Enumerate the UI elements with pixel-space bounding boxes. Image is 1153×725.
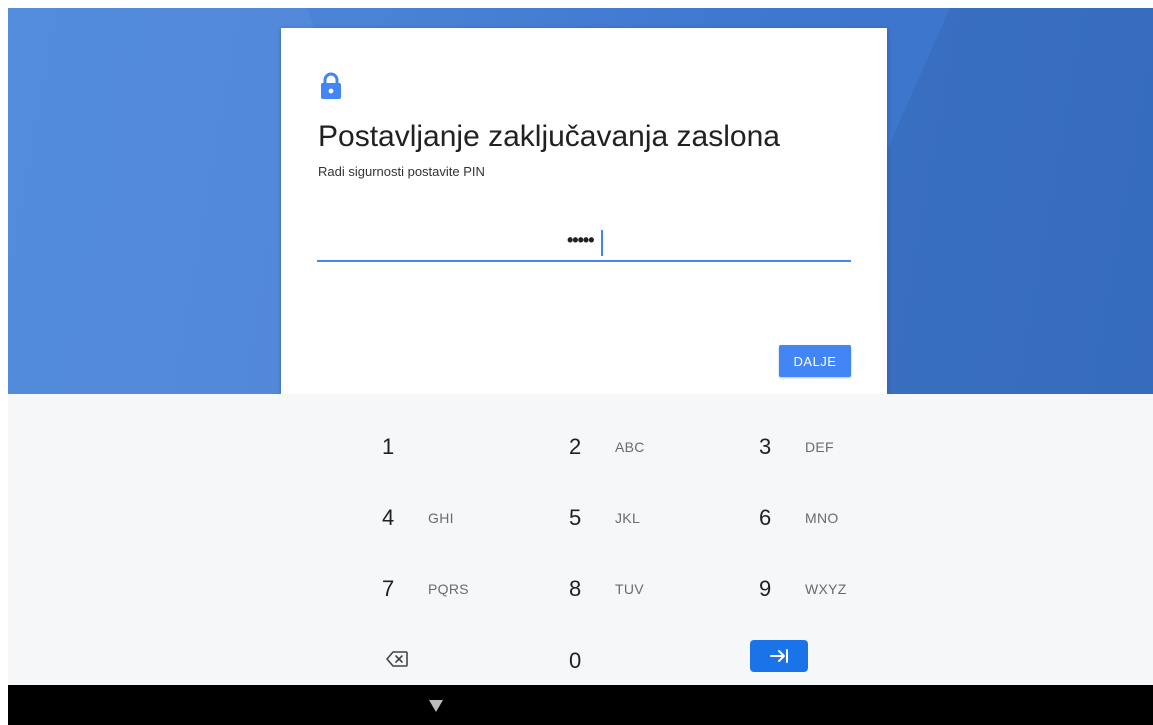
key-digit: 9	[759, 576, 772, 601]
key-letters: DEF	[805, 439, 834, 455]
key-1[interactable]: 1	[382, 418, 572, 478]
tab-next-icon	[770, 649, 788, 663]
key-7[interactable]: 7 PQRS	[382, 560, 572, 620]
key-letters: PQRS	[428, 581, 469, 597]
key-digit: 7	[382, 576, 395, 601]
screen-lock-setup-card: Postavljanje zaključavanja zaslona Radi …	[281, 28, 887, 394]
key-4[interactable]: 4 GHI	[382, 489, 572, 549]
key-letters: JKL	[615, 510, 641, 526]
page-subtitle: Radi sigurnosti postavite PIN	[318, 164, 485, 179]
backspace-icon	[386, 651, 408, 667]
pin-input[interactable]: •••••	[317, 230, 851, 262]
back-triangle-icon[interactable]	[429, 700, 443, 712]
key-digit: 0	[569, 648, 582, 673]
key-letters: GHI	[428, 510, 454, 526]
key-letters: TUV	[615, 581, 644, 597]
key-letters: ABC	[615, 439, 645, 455]
key-9[interactable]: 9 WXYZ	[759, 560, 949, 620]
key-digit: 1	[382, 434, 395, 459]
key-5[interactable]: 5 JKL	[569, 489, 759, 549]
key-6[interactable]: 6 MNO	[759, 489, 949, 549]
key-digit: 6	[759, 505, 772, 530]
key-digit: 2	[569, 434, 582, 459]
numeric-keypad: 1 2 ABC 3 DEF 4 GHI 5 JKL 6 MNO 7 PQRS 8…	[8, 394, 1153, 685]
key-digit: 4	[382, 505, 395, 530]
key-0[interactable]: 0	[569, 632, 759, 692]
lock-icon	[321, 72, 341, 99]
key-3[interactable]: 3 DEF	[759, 418, 949, 478]
key-digit: 3	[759, 434, 772, 459]
tab-next-button[interactable]	[750, 640, 808, 672]
key-digit: 8	[569, 576, 582, 601]
key-letters: MNO	[805, 510, 839, 526]
text-cursor	[601, 230, 603, 256]
pin-masked-value: •••••	[567, 230, 594, 250]
android-screen: Postavljanje zaključavanja zaslona Radi …	[8, 8, 1153, 725]
key-letters: WXYZ	[805, 581, 847, 597]
navigation-bar	[8, 685, 1153, 725]
next-button[interactable]: DALJE	[779, 345, 851, 377]
key-digit: 5	[569, 505, 582, 530]
key-2[interactable]: 2 ABC	[569, 418, 759, 478]
key-8[interactable]: 8 TUV	[569, 560, 759, 620]
page-title: Postavljanje zaključavanja zaslona	[318, 120, 780, 153]
backspace-button[interactable]	[382, 632, 442, 692]
